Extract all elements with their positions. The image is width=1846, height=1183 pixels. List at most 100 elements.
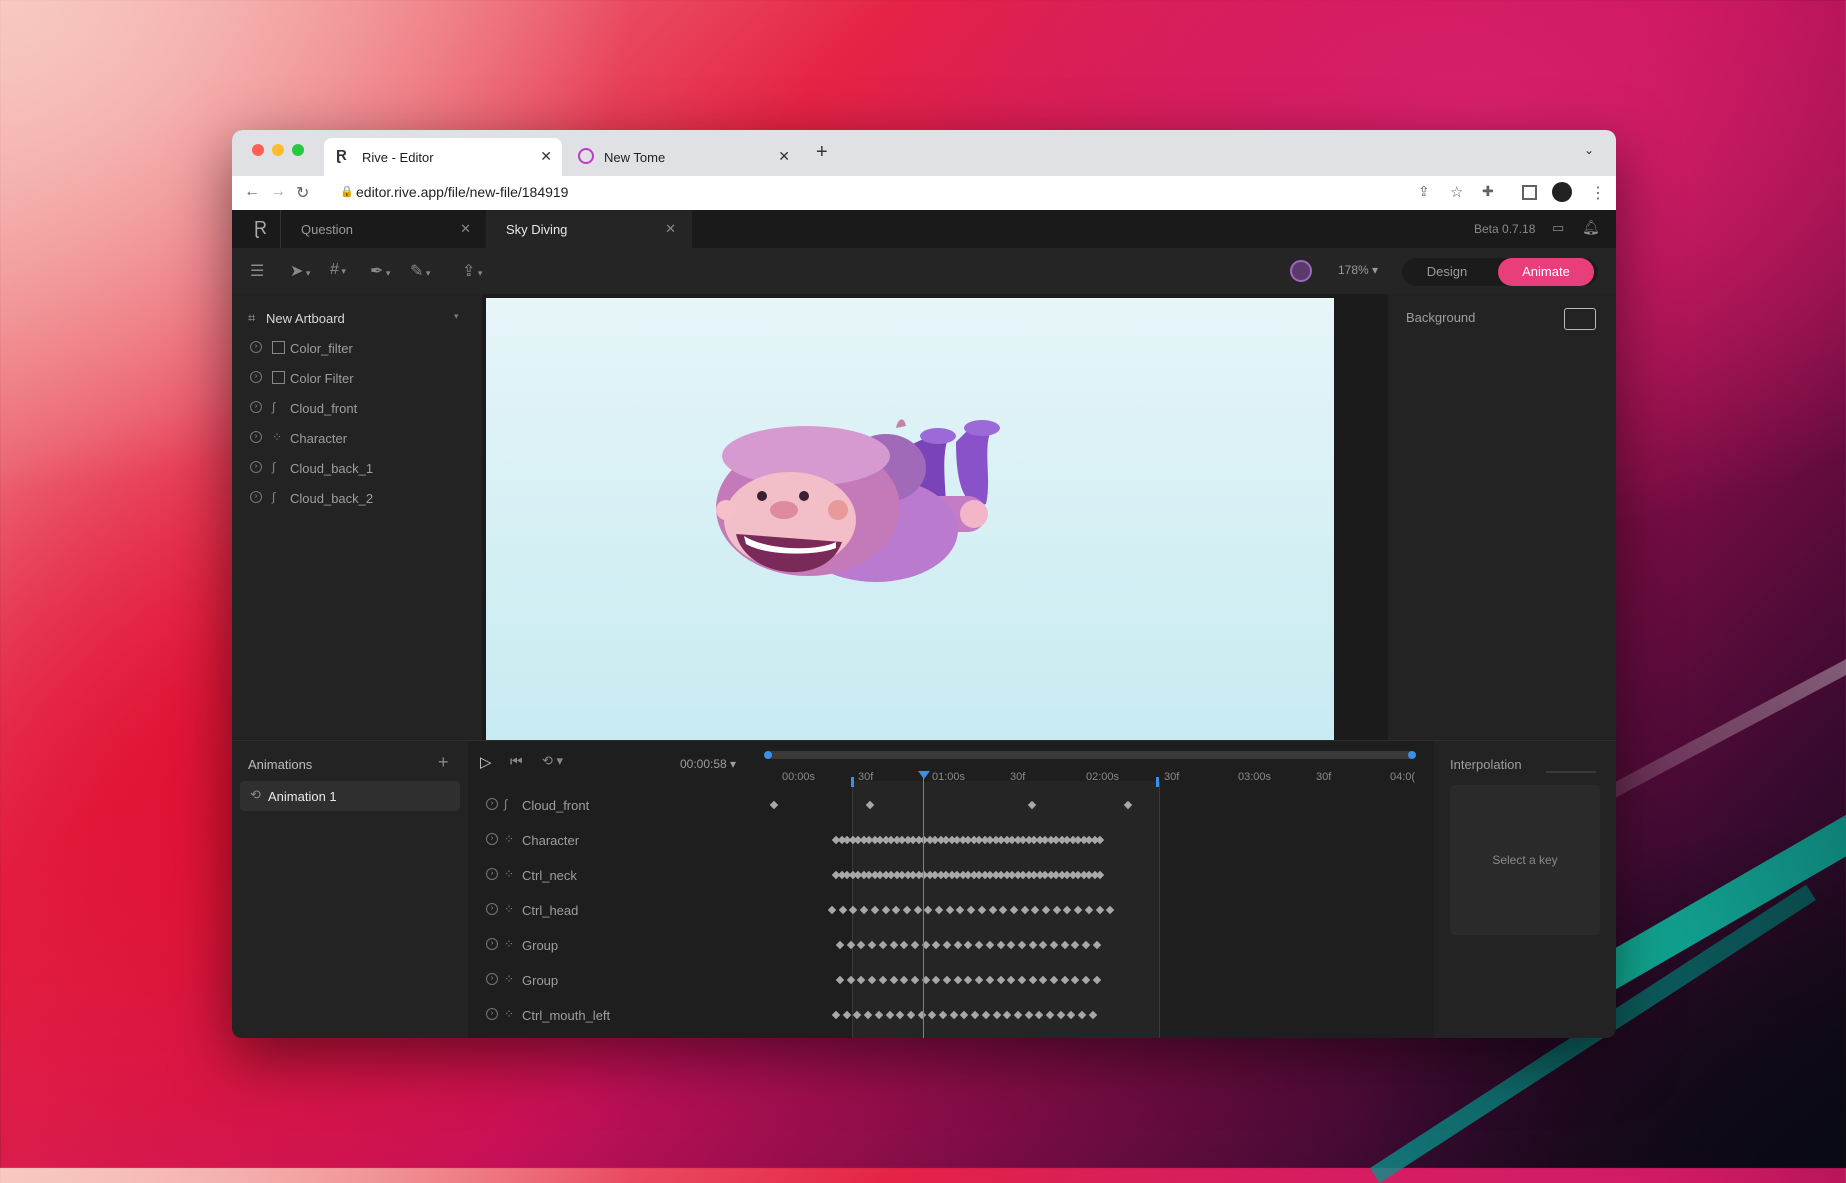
hierarchy-item[interactable]: › ∫ Cloud_back_2 [232,482,482,512]
work-area-end-marker[interactable] [1156,777,1159,787]
bookmark-star-icon[interactable]: ☆ [1450,183,1463,201]
close-window-button[interactable] [252,144,264,156]
expand-chevron-icon[interactable]: › [486,798,498,810]
background-label: Background [1406,310,1476,325]
loop-icon: ⟲ [250,787,261,802]
timeline-row-label: Group [522,973,559,988]
hierarchy-item[interactable]: › Color Filter [232,362,482,392]
time-tick: 00:00s [782,771,816,783]
interpolation-underline [1546,771,1596,773]
menu-kebab-icon[interactable]: ⋮ [1590,183,1606,203]
character-illustration[interactable] [486,298,1334,744]
sidepanel-icon[interactable] [1522,185,1537,200]
new-tab-icon[interactable]: + [816,141,828,164]
close-tab-icon[interactable]: ✕ [540,148,552,165]
extensions-icon[interactable]: ✚ [1482,183,1494,200]
keyframe[interactable] [827,905,837,915]
chevron-down-icon[interactable]: ▾ [454,311,459,322]
tab-search-chevron-icon[interactable]: ⌄ [1584,143,1594,157]
back-icon[interactable]: ← [244,183,260,201]
artboard-canvas[interactable] [486,298,1334,744]
expand-chevron-icon[interactable]: › [250,371,262,383]
keyframe[interactable] [831,1010,841,1020]
animate-mode-button[interactable]: Animate [1498,258,1594,286]
collaborator-avatar[interactable] [1290,260,1312,282]
tab-sky-diving[interactable]: Sky Diving ✕ [486,210,692,248]
browser-tab-new-tome[interactable]: New Tome ✕ [566,138,800,176]
tab-title: New Tome [604,150,666,165]
timeline-scroll-range[interactable] [764,751,1416,759]
share-icon[interactable]: ⇪ [1418,183,1430,200]
expand-chevron-icon[interactable]: › [250,491,262,503]
canvas-stage[interactable] [482,294,1388,744]
export-tool-icon[interactable]: ⇪ ▾ [462,261,482,281]
hierarchy-item-label: Character [290,431,348,446]
expand-chevron-icon[interactable]: › [250,341,262,353]
expand-chevron-icon[interactable]: › [250,401,262,413]
rewind-icon[interactable]: ⏮︎ [510,753,523,770]
chevron-down-icon: ▾ [383,268,391,278]
expand-chevron-icon[interactable]: › [486,868,498,880]
reload-icon[interactable]: ↻ [296,183,309,203]
timeline-row-label: Cloud_front [522,798,590,813]
close-tab-icon[interactable]: ✕ [778,148,790,165]
expand-chevron-icon[interactable]: › [486,1008,498,1020]
maximize-window-button[interactable] [292,144,304,156]
animation-item[interactable]: ⟲ Animation 1 [240,781,460,811]
timeline-row-label: Character [522,833,580,848]
pen-tool-icon[interactable]: ✒ ▾ [370,261,390,281]
hamburger-menu-icon[interactable]: ☰ [250,261,264,281]
bone-tool-icon[interactable]: ✎ ▾ [410,261,430,281]
design-mode-button[interactable]: Design [1402,258,1492,286]
hierarchy-item[interactable]: › Color_filter [232,332,482,362]
play-icon[interactable]: ▷ [480,753,492,771]
playhead-handle[interactable] [918,771,930,779]
keyframe[interactable] [835,940,845,950]
timeline-tracks[interactable]: 00:00s 30f 01:00s 30f 02:00s 30f 03:00s … [764,741,1416,1038]
select-tool-icon[interactable]: ➤ ▾ [290,261,310,281]
feedback-icon[interactable]: ▭ [1552,220,1564,236]
time-tick: 04:0( [1390,771,1416,783]
range-handle-end[interactable] [1408,751,1416,759]
hierarchy-item-label: Color Filter [290,371,354,386]
zoom-level[interactable]: 178% ▾ [1338,263,1378,277]
keyframe[interactable] [835,975,845,985]
artboard-row[interactable]: ⌗ New Artboard ▾ [232,302,482,332]
notification-bell-icon[interactable]: 🔔︎ [1582,219,1600,236]
timeline-row-label: Group [522,938,559,953]
expand-chevron-icon[interactable]: › [250,461,262,473]
browser-toolbar: ← → ↻ 🔒 editor.rive.app/file/new-file/18… [232,176,1616,211]
timeline-row-label: Ctrl_head [522,903,579,918]
hierarchy-item[interactable]: › ⁘ Character [232,422,482,452]
keyframe[interactable] [842,1010,851,1020]
browser-tab-rive-editor[interactable]: Ɽ Rive - Editor ✕ [324,138,562,176]
expand-chevron-icon[interactable]: › [486,973,498,985]
work-area-start-marker[interactable] [851,777,854,787]
expand-chevron-icon[interactable]: › [486,903,498,915]
expand-chevron-icon[interactable]: › [486,938,498,950]
close-tab-icon[interactable]: ✕ [460,221,471,237]
artboard-tool-icon[interactable]: # ▾ [330,261,346,279]
hierarchy-item[interactable]: › ∫ Cloud_back_1 [232,452,482,482]
expand-chevron-icon[interactable]: › [250,431,262,443]
current-time[interactable]: 00:00:58 ▾ [680,757,736,771]
add-animation-icon[interactable]: + [438,752,449,773]
minimize-window-button[interactable] [272,144,284,156]
expand-chevron-icon[interactable]: › [486,833,498,845]
background-color-swatch[interactable] [1564,308,1596,330]
chevron-down-icon: ▾ [423,268,431,278]
profile-avatar[interactable] [1552,182,1572,202]
range-handle-start[interactable] [764,751,772,759]
playhead[interactable] [923,773,924,1038]
forward-icon[interactable]: → [270,183,286,201]
loop-mode-icon[interactable]: ⟲ ▾ [542,753,563,769]
interpolation-graph[interactable]: Select a key [1450,785,1600,935]
hierarchy-item[interactable]: › ∫ Cloud_front [232,392,482,422]
rive-logo-icon[interactable]: Ɽ [254,218,267,239]
tab-question[interactable]: Question ✕ [280,210,487,248]
keyframe[interactable] [838,905,847,915]
group-icon: ⁘ [504,972,515,986]
close-tab-icon[interactable]: ✕ [665,221,676,237]
keyframe[interactable] [769,800,779,810]
time-tick: 30f [1164,771,1180,783]
